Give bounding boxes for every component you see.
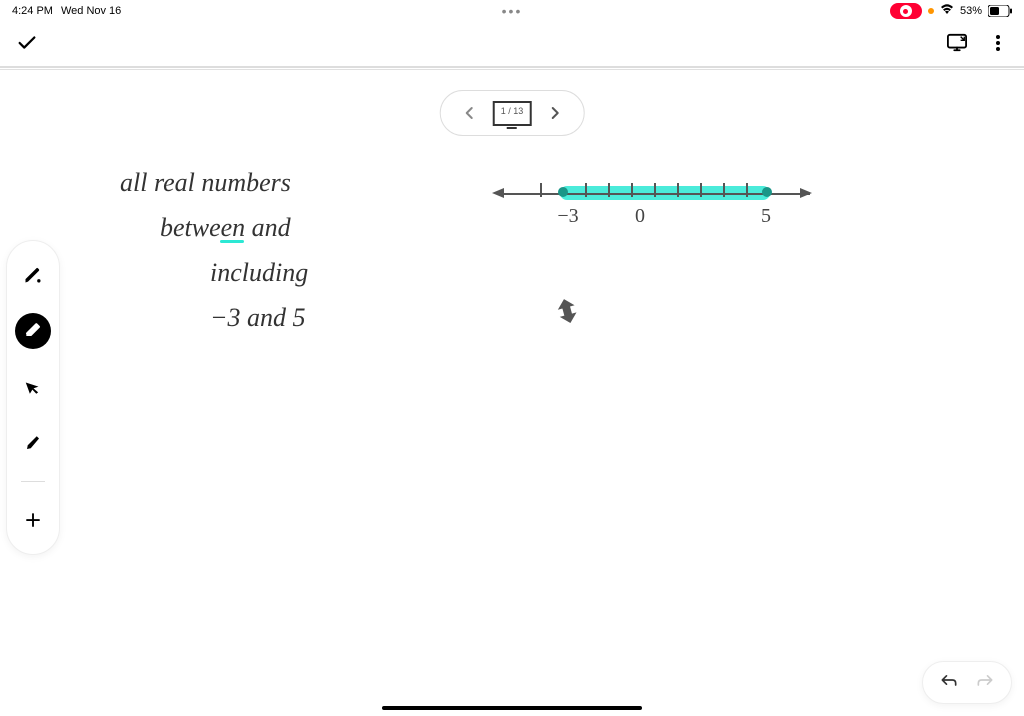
page-navigator: 1 / 13 xyxy=(440,90,585,136)
tick-mark xyxy=(700,183,702,197)
tick-mark xyxy=(540,183,542,197)
handwriting-line-1: all real numbers xyxy=(120,160,291,207)
tick-mark xyxy=(585,183,587,197)
cursor-stroke-mark: ⬍ xyxy=(551,292,584,332)
more-options-button[interactable] xyxy=(988,33,1008,58)
closed-endpoint-right xyxy=(762,187,772,197)
page-count-display[interactable]: 1 / 13 xyxy=(493,101,532,126)
pointer-tool-button[interactable] xyxy=(15,369,51,405)
closed-endpoint-left xyxy=(558,187,568,197)
done-button[interactable] xyxy=(16,32,38,59)
tick-mark xyxy=(631,183,633,197)
prev-page-button[interactable] xyxy=(449,97,489,129)
multitask-dots-icon[interactable]: ••• xyxy=(502,3,523,19)
highlighter-tool-button[interactable] xyxy=(15,425,51,461)
redo-button[interactable] xyxy=(975,672,995,693)
status-date: Wed Nov 16 xyxy=(61,5,121,17)
eraser-tool-button[interactable] xyxy=(15,313,51,349)
mic-in-use-icon xyxy=(928,8,934,14)
pen-tool-button[interactable] xyxy=(15,257,51,293)
tick-mark xyxy=(723,183,725,197)
battery-percent: 53% xyxy=(960,5,982,17)
arrow-right-icon xyxy=(800,188,812,198)
handwriting-line-3: including xyxy=(210,250,308,297)
handwriting-line-4: −3 and 5 xyxy=(210,295,306,342)
undo-redo-panel xyxy=(922,661,1012,704)
tick-mark xyxy=(608,183,610,197)
number-line-label-right: 5 xyxy=(761,205,771,228)
battery-icon xyxy=(988,5,1012,17)
status-time: 4:24 PM xyxy=(12,5,53,17)
teal-underline-mark xyxy=(220,240,244,243)
content-separator xyxy=(0,66,1024,68)
number-line-label-mid: 0 xyxy=(635,205,645,228)
cast-button[interactable] xyxy=(946,33,968,58)
add-tool-button[interactable] xyxy=(15,502,51,538)
home-indicator[interactable] xyxy=(382,706,642,710)
tool-panel xyxy=(6,240,60,555)
tool-divider xyxy=(21,481,45,482)
number-line-label-left: −3 xyxy=(557,205,578,228)
undo-button[interactable] xyxy=(939,672,959,693)
screen-recording-indicator[interactable] xyxy=(890,3,922,19)
wifi-icon xyxy=(940,4,954,18)
status-bar: 4:24 PM Wed Nov 16 ••• 53% xyxy=(0,0,1024,22)
tick-mark xyxy=(654,183,656,197)
next-page-button[interactable] xyxy=(535,97,575,129)
tick-mark xyxy=(746,183,748,197)
drawing-canvas[interactable]: all real numbers between and including −… xyxy=(60,140,1004,656)
handwriting-line-2: between and xyxy=(160,205,291,252)
top-toolbar xyxy=(0,22,1024,70)
tick-mark xyxy=(677,183,679,197)
